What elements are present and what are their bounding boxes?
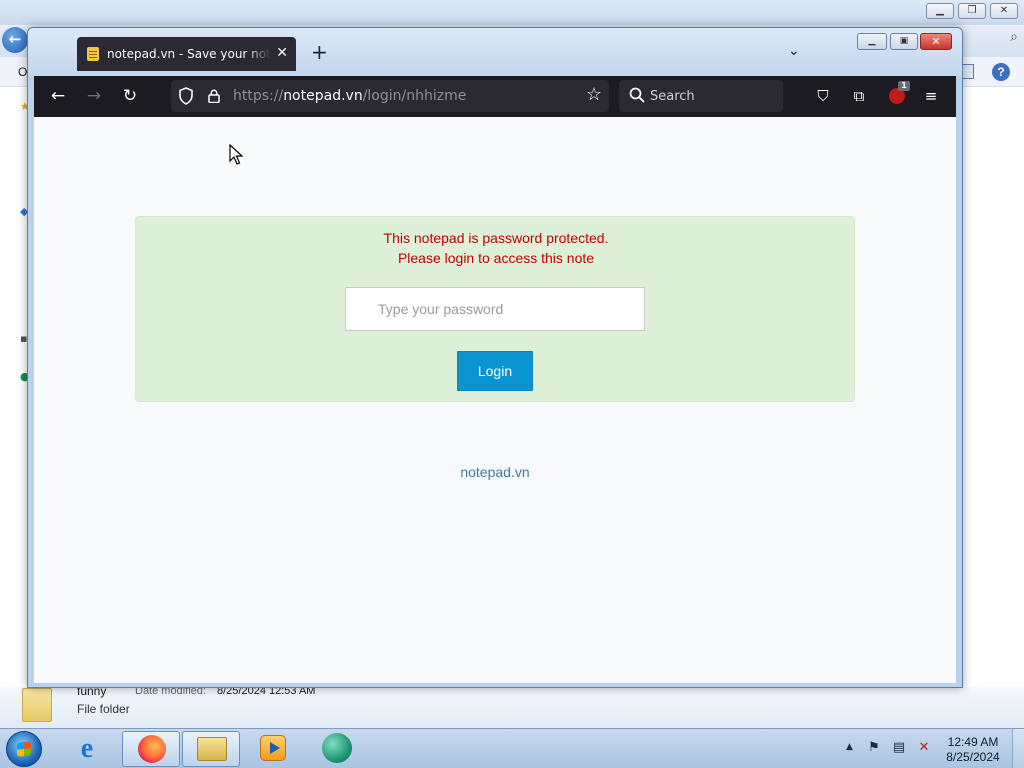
folder-icon (22, 688, 52, 722)
explorer-minimize-button[interactable]: ▁ (926, 3, 954, 19)
volume-muted-icon[interactable]: ✕ (916, 740, 932, 756)
media-player-icon[interactable] (260, 735, 286, 761)
mouse-pointer-icon (229, 144, 243, 165)
start-button[interactable] (6, 731, 42, 767)
explorer-close-button[interactable]: ✕ (990, 3, 1018, 19)
login-button[interactable]: Login (457, 351, 533, 391)
tab-strip: notepad.vn - Save your notes, Share your… (28, 28, 962, 76)
pocket-icon[interactable]: ⛉ (811, 85, 835, 109)
explorer-titlebar: ▁ ❐ ✕ (0, 0, 1024, 25)
notepad-favicon-icon (87, 47, 99, 61)
action-center-flag-icon[interactable]: ⚑ (866, 740, 882, 756)
hamburger-menu-icon[interactable]: ≡ (919, 85, 943, 109)
tab-close-icon[interactable]: ✕ (276, 45, 288, 61)
explorer-content-edge (962, 87, 1024, 687)
url-scheme: https:// (233, 88, 284, 104)
explorer-navigation-pane (0, 87, 28, 687)
extension-badge-count: 1 (898, 81, 910, 91)
new-tab-plus-icon[interactable]: + (311, 42, 328, 62)
show-desktop-button[interactable] (1012, 729, 1024, 768)
password-protected-alert: This notepad is password protected. Plea… (135, 216, 855, 402)
tracking-protection-shield-icon[interactable] (178, 87, 194, 105)
explorer-preview-pane-icon[interactable] (962, 64, 974, 79)
taskbar: e ▲ ⚑ ▤ ✕ 12:49 AM 8/25/2024 (0, 728, 1024, 768)
navigation-toolbar: ← → ↻ https://notepad.vn/login/nhhizme ☆… (34, 76, 956, 117)
system-clock[interactable]: 12:49 AM 8/25/2024 (940, 735, 1006, 765)
explorer-menu-organize[interactable]: O (18, 65, 27, 79)
protected-message: This notepad is password protected. (383, 230, 609, 246)
forward-arrow-icon[interactable]: → (82, 85, 106, 109)
url-text[interactable]: https://notepad.vn/login/nhhizme (233, 88, 466, 104)
window-minimize-button[interactable]: ▁ (857, 33, 887, 50)
clock-date: 8/25/2024 (946, 750, 1000, 764)
url-bar[interactable]: https://notepad.vn/login/nhhizme ☆ (171, 80, 609, 112)
page-content: This notepad is password protected. Plea… (34, 117, 956, 683)
selected-item-type: File folder (77, 702, 130, 716)
taskbar-firefox-button[interactable] (122, 731, 180, 767)
window-restore-button[interactable]: ▣ (890, 33, 918, 50)
reload-icon[interactable]: ↻ (118, 85, 142, 109)
search-icon (629, 87, 645, 103)
explorer-back-icon[interactable]: ← (2, 27, 28, 53)
network-tray-icon[interactable]: ▤ (891, 740, 907, 756)
url-path: /login/nhhizme (362, 88, 467, 104)
list-all-tabs-chevron-icon[interactable]: ⌄ (788, 43, 800, 59)
lock-icon[interactable] (208, 89, 220, 103)
bookmark-star-icon[interactable]: ☆ (586, 84, 602, 105)
show-hidden-icons-arrow-icon[interactable]: ▲ (846, 742, 853, 752)
internet-explorer-icon[interactable]: e (72, 734, 102, 764)
extensions-puzzle-icon[interactable]: ⧉ (847, 85, 871, 109)
search-bar[interactable]: Search (619, 80, 783, 112)
firefox-window: notepad.vn - Save your notes, Share your… (27, 27, 963, 688)
login-instruction: Please login to access this note (397, 250, 595, 266)
search-bar-label: Search (650, 89, 695, 104)
password-input[interactable] (345, 287, 645, 331)
clock-time: 12:49 AM (947, 735, 999, 749)
tab-notepad[interactable]: notepad.vn - Save your notes, Share your… (77, 37, 296, 71)
back-arrow-icon[interactable]: ← (46, 85, 70, 109)
explorer-maximize-button[interactable]: ❐ (958, 3, 986, 19)
window-close-button[interactable]: ✕ (920, 33, 952, 50)
explorer-search-icon[interactable]: ⌕ (1010, 29, 1018, 45)
explorer-help-icon[interactable]: ? (992, 63, 1010, 81)
site-home-link[interactable]: notepad.vn (34, 464, 956, 480)
tab-title: notepad.vn - Save your notes, Share your… (107, 47, 271, 61)
taskbar-explorer-button[interactable] (182, 731, 240, 767)
url-host: notepad.vn (283, 88, 363, 104)
windows-explorer-icon (197, 737, 227, 761)
app-taskbar-icon[interactable] (322, 733, 352, 763)
firefox-icon (138, 735, 166, 763)
